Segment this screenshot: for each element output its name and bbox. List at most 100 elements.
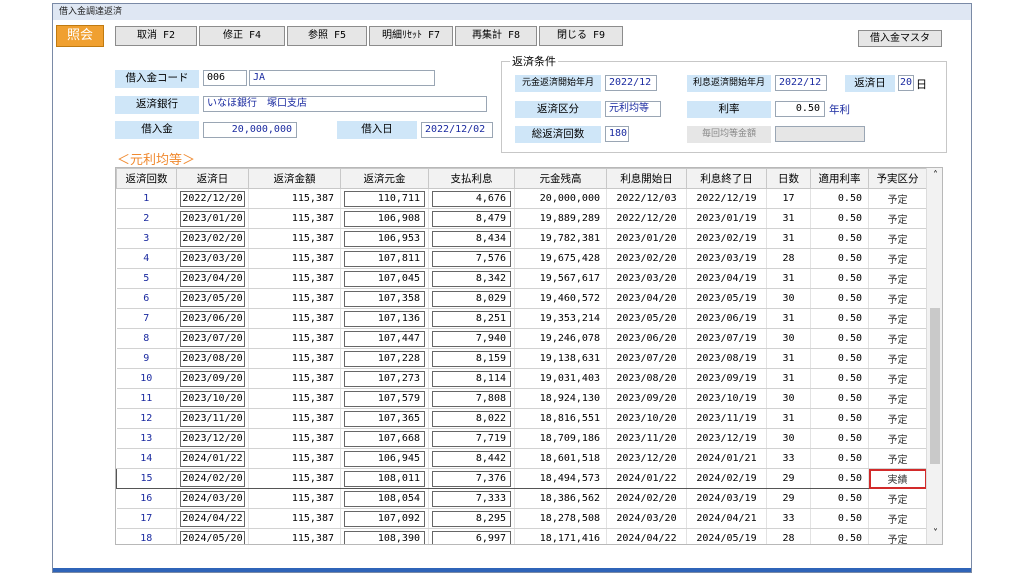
interest-input[interactable]: 8,295 xyxy=(432,510,511,527)
repay-date-input[interactable]: 2024/03/20 xyxy=(180,490,245,507)
repay-date-input[interactable]: 2023/03/20 xyxy=(180,250,245,267)
repayment-type-field[interactable]: 元利均等 xyxy=(605,101,661,117)
principal-input[interactable]: 108,011 xyxy=(344,470,425,487)
interest-input[interactable]: 7,940 xyxy=(432,330,511,347)
repay-date-cell: 2023/09/20 xyxy=(176,368,249,389)
principal-input[interactable]: 108,390 xyxy=(344,530,425,544)
table-row[interactable]: 18 2024/05/20 115,387 108,390 6,997 18,171,41… xyxy=(116,528,927,544)
principal-input[interactable]: 107,668 xyxy=(344,430,425,447)
table-row[interactable]: 3 2023/02/20 115,387 106,953 8,434 19,782,381… xyxy=(116,228,927,249)
table-row[interactable]: 6 2023/05/20 115,387 107,358 8,029 19,460,572… xyxy=(116,288,927,309)
principal-input[interactable]: 108,054 xyxy=(344,490,425,507)
repay-date-input[interactable]: 2024/01/22 xyxy=(180,450,245,467)
interest-input[interactable]: 8,114 xyxy=(432,370,511,387)
table-row[interactable]: 5 2023/04/20 115,387 107,045 8,342 19,567,617… xyxy=(116,268,927,289)
cancel-f2-button[interactable]: 取消 F2 xyxy=(115,26,197,46)
column-header: 返済日 xyxy=(176,168,249,189)
total-count-field[interactable]: 180 xyxy=(605,126,629,142)
table-row[interactable]: 2 2023/01/20 115,387 106,908 8,479 19,889,289… xyxy=(116,208,927,229)
interest-input[interactable]: 8,159 xyxy=(432,350,511,367)
principal-input[interactable]: 107,365 xyxy=(344,410,425,427)
loan-amount-field[interactable]: 20,000,000 xyxy=(203,122,297,138)
principal-input[interactable]: 107,579 xyxy=(344,390,425,407)
table-row[interactable]: 1 2022/12/20 115,387 110,711 4,676 20,000,000… xyxy=(116,188,927,209)
interest-input[interactable]: 7,333 xyxy=(432,490,511,507)
interest-input[interactable]: 7,719 xyxy=(432,430,511,447)
table-row[interactable]: 13 2023/12/20 115,387 107,668 7,719 18,709,18… xyxy=(116,428,927,449)
repay-date-input[interactable]: 2024/04/22 xyxy=(180,510,245,527)
detail-reset-f7-button[interactable]: 明細ﾘｾｯﾄ F7 xyxy=(369,26,453,46)
repay-date-input[interactable]: 2023/05/20 xyxy=(180,290,245,307)
table-row[interactable]: 9 2023/08/20 115,387 107,228 8,159 19,138,631… xyxy=(116,348,927,369)
interest-input[interactable]: 7,808 xyxy=(432,390,511,407)
interest-input[interactable]: 4,676 xyxy=(432,190,511,207)
table-row[interactable]: 14 2024/01/22 115,387 106,945 8,442 18,601,51… xyxy=(116,448,927,469)
repay-date-input[interactable]: 2023/12/20 xyxy=(180,430,245,447)
repay-date-input[interactable]: 2023/11/20 xyxy=(180,410,245,427)
edit-f4-button[interactable]: 修正 F4 xyxy=(199,26,285,46)
principal-input[interactable]: 107,447 xyxy=(344,330,425,347)
repay-date-input[interactable]: 2024/05/20 xyxy=(180,530,245,544)
principal-input[interactable]: 107,273 xyxy=(344,370,425,387)
interest-input[interactable]: 7,376 xyxy=(432,470,511,487)
table-row[interactable]: 12 2023/11/20 115,387 107,365 8,022 18,816,55… xyxy=(116,408,927,429)
interest-input[interactable]: 8,022 xyxy=(432,410,511,427)
loan-code-field[interactable]: 006 xyxy=(203,70,247,86)
repay-date-input[interactable]: 2023/06/20 xyxy=(180,310,245,327)
loan-name-field[interactable]: JA xyxy=(249,70,435,86)
interest-rate-field[interactable]: 0.50 xyxy=(775,101,825,117)
principal-input[interactable]: 107,811 xyxy=(344,250,425,267)
interest-input[interactable]: 8,479 xyxy=(432,210,511,227)
scroll-up-arrow-icon[interactable]: ˄ xyxy=(927,170,942,181)
repay-date-input[interactable]: 2022/12/20 xyxy=(180,190,245,207)
loan-date-field[interactable]: 2022/12/02 xyxy=(421,122,493,138)
principal-input[interactable]: 107,136 xyxy=(344,310,425,327)
table-row[interactable]: 15 2024/02/20 115,387 108,011 7,376 18,494,57… xyxy=(116,468,927,489)
bank-field[interactable]: いなほ銀行 塚口支店 xyxy=(203,96,487,112)
table-row[interactable]: 16 2024/03/20 115,387 108,054 7,333 18,386,56… xyxy=(116,488,927,509)
table-row[interactable]: 8 2023/07/20 115,387 107,447 7,940 19,246,078… xyxy=(116,328,927,349)
grid-cell: 0.50 xyxy=(810,328,869,349)
scroll-down-arrow-icon[interactable]: ˅ xyxy=(927,528,942,539)
interest-input[interactable]: 8,434 xyxy=(432,230,511,247)
table-row[interactable]: 10 2023/09/20 115,387 107,273 8,114 19,031,40… xyxy=(116,368,927,389)
interest-input[interactable]: 8,342 xyxy=(432,270,511,287)
repay-date-input[interactable]: 2024/02/20 xyxy=(180,470,245,487)
repay-date-input[interactable]: 2023/08/20 xyxy=(180,350,245,367)
principal-input[interactable]: 110,711 xyxy=(344,190,425,207)
principal-input[interactable]: 106,945 xyxy=(344,450,425,467)
close-f9-button[interactable]: 閉じる F9 xyxy=(539,26,623,46)
grid-cell: 0.50 xyxy=(810,208,869,229)
interest-start-field[interactable]: 2022/12 xyxy=(775,75,827,91)
repay-date-input[interactable]: 2023/02/20 xyxy=(180,230,245,247)
principal-start-field[interactable]: 2022/12 xyxy=(605,75,657,91)
reference-f5-button[interactable]: 参照 F5 xyxy=(287,26,367,46)
recalculate-f8-button[interactable]: 再集計 F8 xyxy=(455,26,537,46)
grid-cell: 2022/12/20 xyxy=(606,208,687,229)
loan-master-button[interactable]: 借入金マスタ xyxy=(858,30,942,47)
interest-input[interactable]: 8,029 xyxy=(432,290,511,307)
principal-input[interactable]: 107,045 xyxy=(344,270,425,287)
interest-input[interactable]: 8,251 xyxy=(432,310,511,327)
repay-date-input[interactable]: 2023/01/20 xyxy=(180,210,245,227)
table-row[interactable]: 17 2024/04/22 115,387 107,092 8,295 18,278,50… xyxy=(116,508,927,529)
table-row[interactable]: 4 2023/03/20 115,387 107,811 7,576 19,675,428… xyxy=(116,248,927,269)
table-row[interactable]: 7 2023/06/20 115,387 107,136 8,251 19,353,214… xyxy=(116,308,927,329)
repay-date-input[interactable]: 2023/10/20 xyxy=(180,390,245,407)
principal-input[interactable]: 106,953 xyxy=(344,230,425,247)
interest-input[interactable]: 6,997 xyxy=(432,530,511,544)
repay-date-input[interactable]: 2023/04/20 xyxy=(180,270,245,287)
repay-date-input[interactable]: 2023/07/20 xyxy=(180,330,245,347)
principal-input[interactable]: 106,908 xyxy=(344,210,425,227)
table-row[interactable]: 11 2023/10/20 115,387 107,579 7,808 18,924,13… xyxy=(116,388,927,409)
interest-input[interactable]: 8,442 xyxy=(432,450,511,467)
grid-cell: 予定 xyxy=(868,308,927,329)
principal-input[interactable]: 107,228 xyxy=(344,350,425,367)
repay-date-input[interactable]: 2023/09/20 xyxy=(180,370,245,387)
grid-scrollbar[interactable]: ˄ ˅ xyxy=(926,168,942,544)
payday-field[interactable]: 20 xyxy=(898,75,914,91)
principal-input[interactable]: 107,092 xyxy=(344,510,425,527)
principal-input[interactable]: 107,358 xyxy=(344,290,425,307)
interest-input[interactable]: 7,576 xyxy=(432,250,511,267)
scrollbar-thumb[interactable] xyxy=(930,308,940,464)
